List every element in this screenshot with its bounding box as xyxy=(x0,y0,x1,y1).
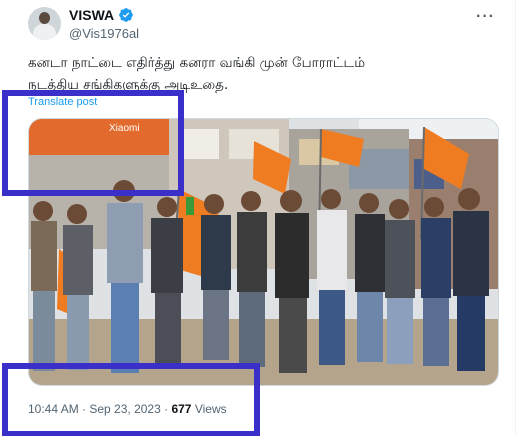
highlight-box-translate xyxy=(2,90,184,196)
tweet-card: VISWA @Vis1976al ··· கனடா நாட்டை எதிர்த்… xyxy=(0,0,516,436)
more-options-icon[interactable]: ··· xyxy=(476,8,495,26)
avatar-head xyxy=(39,12,50,24)
tweet-text-line-1: கனடா நாட்டை எதிர்த்து கனரா வங்கி முன் போ… xyxy=(28,55,366,71)
avatar-body xyxy=(33,24,56,40)
highlight-box-timestamp xyxy=(2,363,260,436)
author-name[interactable]: VISWA xyxy=(69,7,114,23)
verified-badge-icon xyxy=(119,8,133,22)
avatar[interactable] xyxy=(28,7,61,40)
author-name-row: VISWA xyxy=(69,7,134,23)
author-handle[interactable]: @Vis1976al xyxy=(69,26,139,41)
